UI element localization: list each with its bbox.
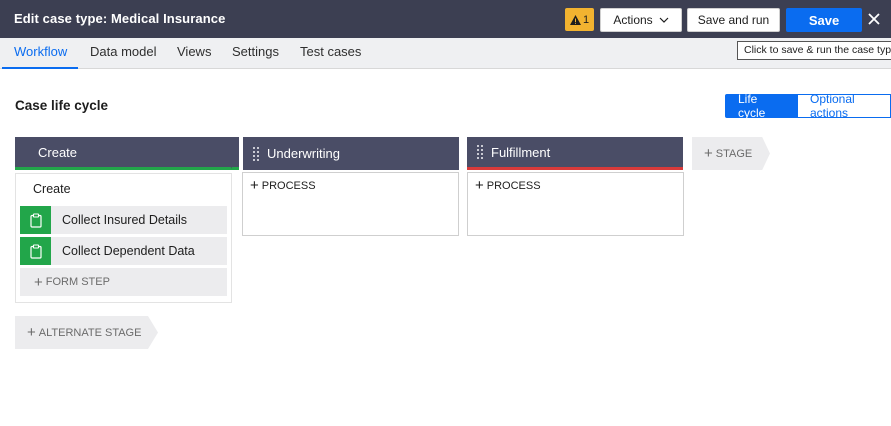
stage-arrow xyxy=(231,137,239,169)
actions-button[interactable]: Actions xyxy=(600,8,682,32)
stage-name: Fulfillment xyxy=(491,144,551,160)
stage-underwriting[interactable]: Underwriting xyxy=(243,137,459,170)
tab-settings[interactable]: Settings xyxy=(232,44,279,68)
save-button[interactable]: Save xyxy=(786,8,862,32)
app-header: Edit case type: Medical Insurance 1 Acti… xyxy=(0,0,891,38)
step-label: Collect Dependent Data xyxy=(62,244,195,258)
section-title: Case life cycle xyxy=(15,98,109,113)
add-alternate-stage-button[interactable]: + ALTERNATE STAGE xyxy=(15,316,158,349)
stage-fulfillment[interactable]: Fulfillment xyxy=(467,137,683,170)
process-name[interactable]: Create xyxy=(33,182,71,196)
title-prefix: Edit case type: xyxy=(14,11,108,26)
stage-name: Underwriting xyxy=(267,146,340,161)
add-process-button[interactable]: + PROCESS xyxy=(475,178,541,193)
stage-name: Create xyxy=(38,144,78,160)
warning-count: 1 xyxy=(582,13,590,26)
view-toggle: Life cycle Optional actions xyxy=(725,92,891,120)
save-run-tooltip: Click to save & run the case type xyxy=(737,41,891,60)
add-process-button[interactable]: + PROCESS xyxy=(250,178,316,193)
optional-actions-toggle-button[interactable]: Optional actions xyxy=(796,92,891,120)
plus-icon: + xyxy=(34,273,43,291)
case-type-name: Medical Insurance xyxy=(110,11,226,26)
drag-handle-icon[interactable] xyxy=(477,145,483,159)
tab-workflow[interactable]: Workflow xyxy=(14,44,67,68)
add-form-step-button[interactable]: + FORM STEP xyxy=(20,268,227,296)
add-form-step-label: FORM STEP xyxy=(45,276,110,288)
tab-data-model[interactable]: Data model xyxy=(90,44,156,68)
chevron-down-icon xyxy=(659,17,669,23)
step-label: Collect Insured Details xyxy=(62,213,188,227)
plus-icon: + xyxy=(27,324,36,341)
page-title: Edit case type: Medical Insurance xyxy=(14,11,225,26)
stage-create[interactable]: Create xyxy=(15,137,239,170)
plus-icon: + xyxy=(250,177,259,194)
add-stage-label: STAGE xyxy=(715,147,753,160)
save-and-run-button[interactable]: Save and run xyxy=(687,8,780,32)
clipboard-icon xyxy=(20,237,51,265)
tab-test-cases[interactable]: Test cases xyxy=(300,44,361,68)
tab-views[interactable]: Views xyxy=(177,44,211,68)
step-collect-dependent-data[interactable]: Collect Dependent Data xyxy=(20,237,227,265)
actions-label: Actions xyxy=(613,13,653,27)
warning-badge[interactable]: 1 xyxy=(565,8,594,31)
add-process-label: PROCESS xyxy=(261,179,316,192)
step-collect-insured-details[interactable]: Collect Insured Details xyxy=(20,206,227,234)
alternate-stage-label: ALTERNATE STAGE xyxy=(38,326,142,339)
warning-icon xyxy=(569,14,581,25)
active-tab-indicator xyxy=(2,67,78,69)
lifecycle-toggle-button[interactable]: Life cycle xyxy=(725,92,797,120)
plus-icon: + xyxy=(704,145,713,162)
plus-icon: + xyxy=(475,177,484,194)
clipboard-icon xyxy=(20,206,51,234)
drag-handle-icon[interactable] xyxy=(253,146,259,161)
add-process-label: PROCESS xyxy=(486,179,541,192)
close-icon[interactable] xyxy=(866,11,882,27)
add-stage-button[interactable]: + STAGE xyxy=(692,137,770,170)
